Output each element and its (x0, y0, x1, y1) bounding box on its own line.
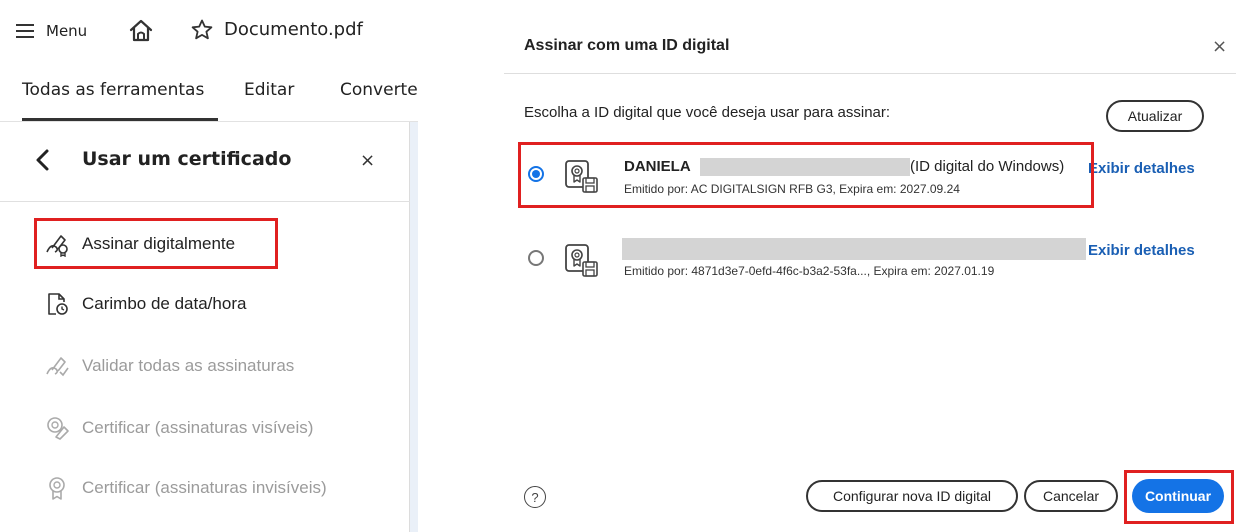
star-icon[interactable] (190, 18, 214, 42)
digital-id-issuer: Emitido por: 4871d3e7-0efd-4f6c-b3a2-53f… (624, 264, 995, 278)
close-icon[interactable]: × (1212, 36, 1227, 57)
radio-selected[interactable] (528, 166, 544, 182)
certify-visible-icon (44, 415, 70, 441)
configure-new-id-button[interactable]: Configurar nova ID digital (806, 480, 1018, 512)
tool-label: Assinar digitalmente (82, 234, 236, 253)
certificate-panel: Usar um certificado × Assinar digitalmen… (0, 122, 410, 532)
continue-button[interactable]: Continuar (1132, 479, 1224, 513)
tab-all-tools[interactable]: Todas as ferramentas (22, 80, 204, 100)
top-bar: Menu Documento.pdf (0, 0, 418, 62)
digital-id-type: (ID digital do Windows) (910, 158, 1065, 175)
tool-sign-digitally[interactable]: Assinar digitalmente (44, 228, 235, 260)
redacted-name (700, 158, 910, 176)
menu-label: Menu (46, 22, 88, 40)
hamburger-icon (16, 23, 38, 39)
redacted-name (622, 238, 1086, 260)
sign-with-digital-id-dialog: Assinar com uma ID digital × Escolha a I… (504, 0, 1236, 532)
timestamp-icon (44, 291, 70, 317)
tab-convert[interactable]: Converte (340, 80, 418, 100)
cancel-button[interactable]: Cancelar (1024, 480, 1118, 512)
digital-id-row[interactable]: DANIELA (ID digital do Windows) Emitido … (518, 146, 1218, 210)
refresh-button[interactable]: Atualizar (1106, 100, 1204, 132)
panel-header: Usar um certificado × (0, 122, 410, 202)
radio-unselected[interactable] (528, 250, 544, 266)
acrobat-sidebar: Menu Documento.pdf Todas as ferramentas … (0, 0, 418, 532)
tab-bar: Todas as ferramentas Editar Converte (0, 64, 418, 122)
tool-label: Validar todas as assinaturas (82, 356, 295, 375)
close-icon[interactable]: × (360, 150, 375, 171)
tool-timestamp[interactable]: Carimbo de data/hora (44, 288, 246, 320)
document-title: Documento.pdf (224, 19, 363, 40)
digital-id-issuer: Emitido por: AC DIGITALSIGN RFB G3, Expi… (624, 182, 960, 196)
certify-invisible-icon (44, 475, 70, 501)
certificate-icon (564, 158, 600, 194)
validate-signatures-icon (44, 353, 70, 379)
digital-id-name: DANIELA (624, 158, 691, 175)
help-icon[interactable]: ? (524, 486, 546, 508)
tool-label: Certificar (assinaturas visíveis) (82, 418, 314, 437)
panel-scrollbar[interactable] (410, 122, 418, 532)
view-details-link[interactable]: Exibir detalhes (1088, 242, 1195, 259)
menu-button[interactable]: Menu (8, 18, 87, 44)
tool-validate-signatures[interactable]: Validar todas as assinaturas (44, 350, 294, 382)
tool-label: Carimbo de data/hora (82, 294, 247, 313)
tool-certify-visible[interactable]: Certificar (assinaturas visíveis) (44, 412, 313, 444)
dialog-header: Assinar com uma ID digital × (504, 0, 1236, 74)
dialog-prompt: Escolha a ID digital que você deseja usa… (524, 104, 891, 121)
home-icon[interactable] (126, 16, 156, 46)
tool-label: Certificar (assinaturas invisíveis) (82, 478, 327, 497)
certificate-icon (564, 242, 600, 278)
view-details-link[interactable]: Exibir detalhes (1088, 160, 1195, 177)
tool-certify-invisible[interactable]: Certificar (assinaturas invisíveis) (44, 472, 327, 504)
back-arrow-icon[interactable] (30, 146, 58, 174)
dialog-title: Assinar com uma ID digital (524, 37, 730, 54)
sign-pen-icon (44, 231, 70, 258)
tab-edit[interactable]: Editar (244, 80, 294, 100)
panel-title: Usar um certificado (82, 148, 292, 170)
